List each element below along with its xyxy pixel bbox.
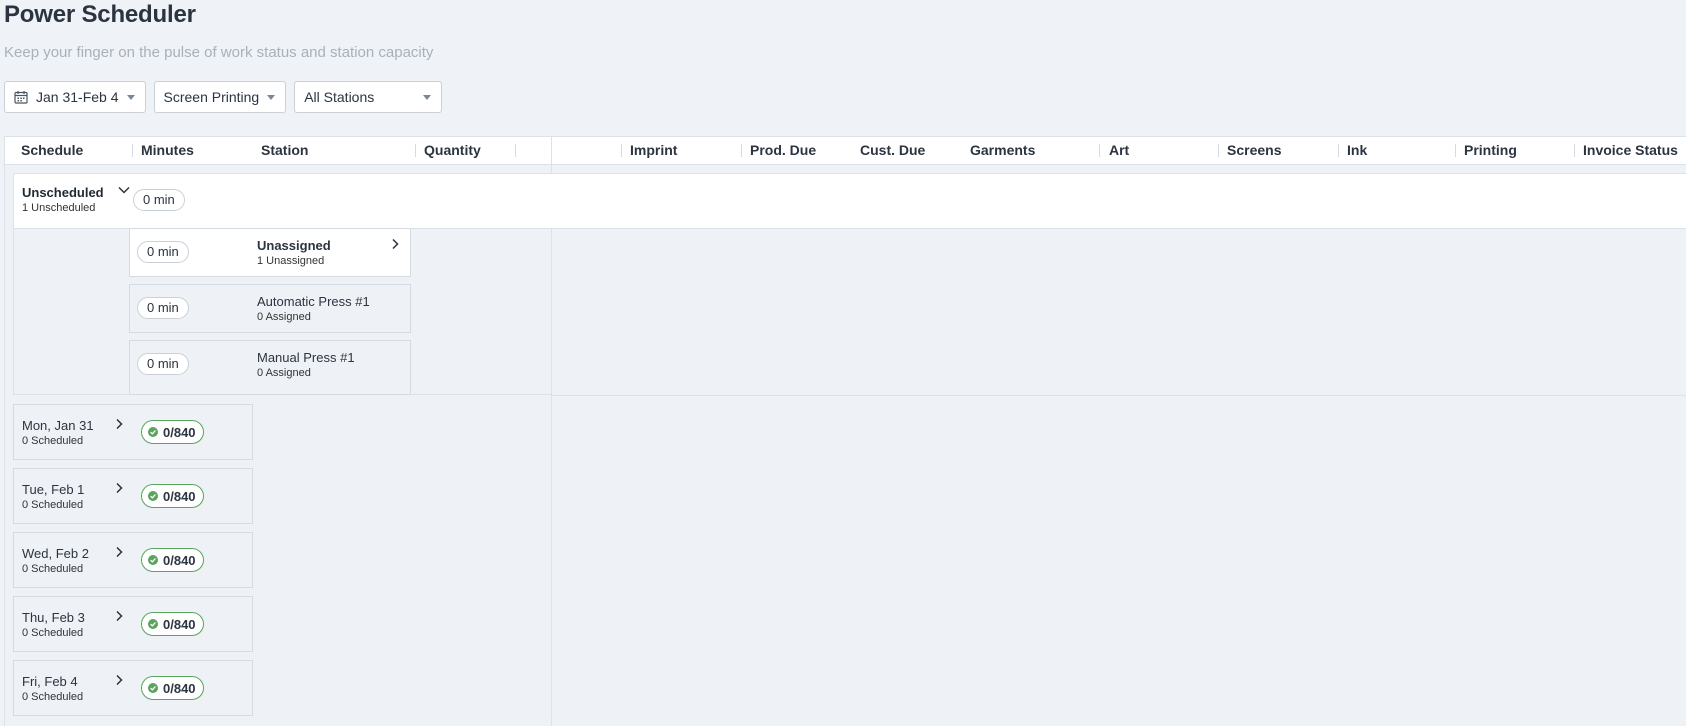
capacity-value: 0/840 [163,552,196,568]
day-name: Mon, Jan 31 [22,418,94,433]
station-card-unassigned[interactable]: 0 min Unassigned 1 Unassigned [129,228,411,277]
station-card-automatic-press[interactable]: 0 min Automatic Press #1 0 Assigned [129,284,411,333]
station-name: Automatic Press #1 [257,294,370,309]
minutes-pill: 0 min [137,297,189,319]
column-header-schedule[interactable]: Schedule [21,137,83,164]
column-separator [1338,144,1339,157]
column-header-art[interactable]: Art [1109,137,1129,164]
column-header-station[interactable]: Station [261,137,308,164]
check-circle-icon [148,427,158,437]
capacity-value: 0/840 [163,488,196,504]
unscheduled-row[interactable]: Unscheduled 1 Unscheduled 0 min [13,173,1686,229]
column-header-imprint[interactable]: Imprint [630,137,677,164]
day-count: 0 Scheduled [22,435,84,447]
station-count: 0 Assigned [257,367,311,379]
check-circle-icon [148,683,158,693]
day-name: Thu, Feb 3 [22,610,85,625]
day-name: Tue, Feb 1 [22,482,85,497]
column-header-cust-due[interactable]: Cust. Due [860,137,925,164]
check-circle-icon [148,555,158,565]
schedule-table: Schedule Minutes Station Quantity Imprin… [4,136,1686,726]
station-name: Unassigned [257,238,331,253]
station-card-manual-press[interactable]: 0 min Manual Press #1 0 Assigned [129,340,411,395]
day-name: Fri, Feb 4 [22,674,78,689]
day-card[interactable]: Fri, Feb 4 0 Scheduled 0/840 [13,660,253,716]
column-separator [741,144,742,157]
table-header: Schedule Minutes Station Quantity Imprin… [5,137,1686,165]
day-count: 0 Scheduled [22,691,84,703]
column-header-screens[interactable]: Screens [1227,137,1281,164]
capacity-value: 0/840 [163,424,196,440]
chevron-right-icon[interactable] [113,418,125,430]
day-card[interactable]: Mon, Jan 31 0 Scheduled 0/840 [13,404,253,460]
calendar-icon [14,91,28,104]
day-card[interactable]: Thu, Feb 3 0 Scheduled 0/840 [13,596,253,652]
day-name: Wed, Feb 2 [22,546,89,561]
minutes-pill: 0 min [133,189,185,211]
capacity-pill: 0/840 [141,548,204,572]
caret-down-icon [126,94,135,100]
column-separator [415,144,416,157]
station-count: 0 Assigned [257,311,311,323]
filter-bar: Jan 31-Feb 4 Screen Printing All Station… [4,81,443,113]
capacity-pill: 0/840 [141,484,204,508]
caret-down-icon [423,94,432,100]
day-count: 0 Scheduled [22,499,84,511]
divider [551,395,1686,396]
stations-value: All Stations [304,89,375,105]
capacity-value: 0/840 [163,616,196,632]
column-separator [1574,144,1575,157]
page-subtitle: Keep your finger on the pulse of work st… [4,44,434,61]
page-title: Power Scheduler [4,1,196,28]
station-name: Manual Press #1 [257,350,355,365]
chevron-right-icon[interactable] [113,610,125,622]
capacity-value: 0/840 [163,680,196,696]
column-header-minutes[interactable]: Minutes [141,137,194,164]
column-header-invoice-status[interactable]: Invoice Status [1583,137,1678,164]
capacity-pill: 0/840 [141,612,204,636]
day-count: 0 Scheduled [22,563,84,575]
column-header-prod-due[interactable]: Prod. Due [750,137,816,164]
day-card[interactable]: Tue, Feb 1 0 Scheduled 0/840 [13,468,253,524]
day-count: 0 Scheduled [22,627,84,639]
chevron-right-icon[interactable] [113,674,125,686]
column-header-ink[interactable]: Ink [1347,137,1367,164]
station-count: 1 Unassigned [257,255,325,267]
capacity-pill: 0/840 [141,420,204,444]
unscheduled-label: Unscheduled [22,185,104,200]
minutes-pill: 0 min [137,353,189,375]
check-circle-icon [148,619,158,629]
chevron-right-icon[interactable] [113,546,125,558]
caret-down-icon [267,94,276,100]
day-card[interactable]: Wed, Feb 2 0 Scheduled 0/840 [13,532,253,588]
date-range-value: Jan 31-Feb 4 [36,89,119,105]
capacity-pill: 0/840 [141,676,204,700]
process-select[interactable]: Screen Printing [153,81,287,113]
chevron-right-icon[interactable] [389,238,401,250]
minutes-pill: 0 min [137,241,189,263]
process-value: Screen Printing [163,89,260,105]
column-separator [1218,144,1219,157]
column-separator [515,144,516,157]
column-separator [132,144,133,157]
column-separator [621,144,622,157]
date-range-select[interactable]: Jan 31-Feb 4 [4,81,146,113]
column-header-garments[interactable]: Garments [970,137,1035,164]
station-list: 0 min Unassigned 1 Unassigned 0 min Auto… [13,228,551,395]
column-header-quantity[interactable]: Quantity [424,137,481,164]
check-circle-icon [148,491,158,501]
column-header-printing[interactable]: Printing [1464,137,1517,164]
column-separator [1455,144,1456,157]
chevron-down-icon[interactable] [117,183,131,197]
unscheduled-count: 1 Unscheduled [22,202,96,214]
stations-select[interactable]: All Stations [294,81,443,113]
chevron-right-icon[interactable] [113,482,125,494]
column-separator [1099,144,1100,157]
